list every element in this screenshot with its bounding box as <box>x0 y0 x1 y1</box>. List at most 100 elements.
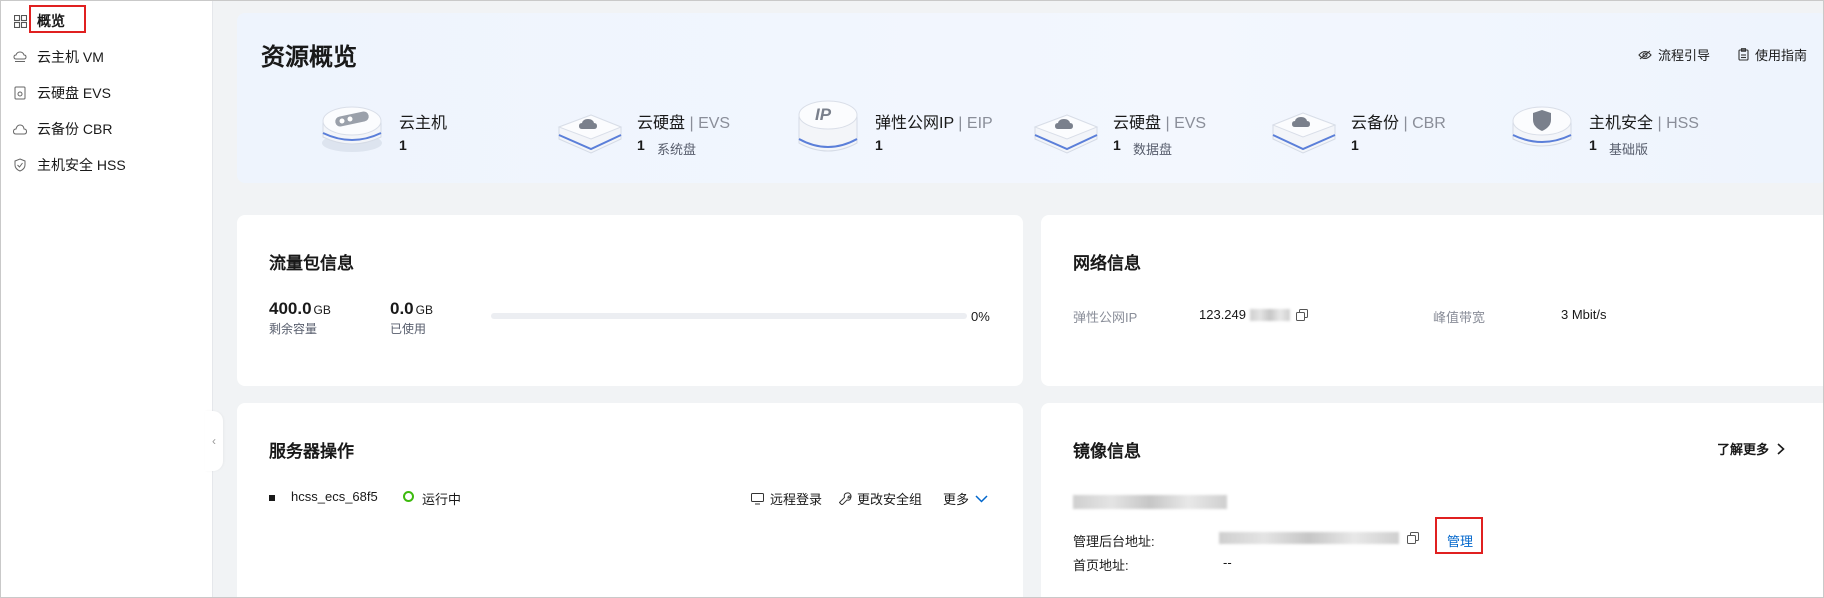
learn-more-link[interactable]: 了解更多 <box>1717 439 1785 458</box>
copy-icon[interactable] <box>1407 532 1419 544</box>
console-window: 概览 云主机 VM 云硬盘 EVS 云备份 CBR 主机安全 HSS ‹ 资源概… <box>0 0 1824 598</box>
traffic-card: 流量包信息 400.0 GB 剩余容量 0.0 GB 已使用 0% <box>237 215 1023 386</box>
server-ops-card: 服务器操作 hcss_ecs_68f5 运行中 远程登录 更改安全组 更多 <box>237 403 1023 597</box>
resource-count: 1 <box>1113 137 1121 153</box>
remaining-label: 剩余容量 <box>269 322 318 336</box>
resource-count: 1 <box>875 137 883 153</box>
highlight-box <box>1435 517 1483 554</box>
admin-address-redacted <box>1219 532 1399 544</box>
ip-device-icon: IP <box>798 100 858 152</box>
highlight-box <box>29 5 86 33</box>
page-title: 资源概览 <box>261 44 357 71</box>
cloud-icon <box>13 122 27 136</box>
remote-login-button[interactable]: 远程登录 <box>751 489 822 508</box>
sidebar-item-label: 云硬盘 EVS <box>37 85 111 101</box>
server-device-icon <box>322 106 382 152</box>
image-info-card: 镜像信息 了解更多 管理后台地址: 管理 首页地址: -- <box>1041 403 1823 597</box>
used-label: 已使用 <box>390 322 427 336</box>
network-card: 网络信息 弹性公网IP 123.249 峰值带宽 3 Mbit/s <box>1041 215 1823 386</box>
server-name[interactable]: hcss_ecs_68f5 <box>291 489 378 504</box>
resource-name: 云主机 <box>399 115 448 132</box>
grid-icon <box>13 14 27 28</box>
chevron-right-icon <box>1777 442 1785 455</box>
resource-name: 弹性公网IP | EIP <box>875 115 993 132</box>
admin-address-label: 管理后台地址: <box>1073 534 1155 549</box>
user-guide-link[interactable]: 使用指南 <box>1738 45 1807 64</box>
chevron-down-icon <box>975 494 988 503</box>
remote-login-label: 远程登录 <box>770 492 823 507</box>
network-title: 网络信息 <box>1073 254 1141 273</box>
home-address-value: -- <box>1223 555 1232 570</box>
server-ops-title: 服务器操作 <box>269 442 354 461</box>
sidebar-item-label: 云备份 CBR <box>37 121 113 137</box>
eip-value: 123.249 <box>1199 307 1246 322</box>
sidebar-item-label: 云主机 VM <box>37 49 104 65</box>
resource-count: 1 <box>1589 137 1597 153</box>
used-value: 0.0 <box>390 299 414 318</box>
monitor-icon <box>751 492 764 504</box>
disk-device-icon <box>1033 114 1099 154</box>
resource-evs-system[interactable]: 云硬盘 | EVS 1 系统盘 <box>555 93 775 173</box>
eip-value-row: 123.249 <box>1199 307 1308 322</box>
running-status-icon <box>403 491 414 502</box>
image-info-title: 镜像信息 <box>1073 442 1141 461</box>
chevron-left-icon: ‹ <box>212 434 216 448</box>
resource-evs-data[interactable]: 云硬盘 | EVS 1 数据盘 <box>1031 93 1251 173</box>
traffic-title: 流量包信息 <box>269 254 354 273</box>
resource-name: 云硬盘 | EVS <box>1113 115 1207 132</box>
eye-icon <box>1638 50 1652 59</box>
wrench-icon <box>839 492 852 505</box>
security-device-icon <box>1512 106 1572 147</box>
remaining-unit: GB <box>313 303 331 317</box>
process-guide-label: 流程引导 <box>1657 48 1710 63</box>
copy-icon[interactable] <box>1296 308 1308 321</box>
resource-cbr[interactable]: 云备份 | CBR 1 <box>1269 93 1489 173</box>
resource-overview-panel: 资源概览 流程引导 使用指南 云主机 1 云硬盘 | EVS 1 系统盘 IP … <box>237 13 1823 183</box>
used-unit: GB <box>415 303 433 317</box>
sidebar-item-label: 主机安全 HSS <box>37 157 126 173</box>
clipboard-icon <box>1738 48 1749 61</box>
change-security-group-label: 更改安全组 <box>857 492 923 507</box>
home-address-label: 首页地址: <box>1073 558 1129 573</box>
sidebar-item-evs[interactable]: 云硬盘 EVS <box>13 80 111 106</box>
resource-hss[interactable]: 主机安全 | HSS 1 基础版 <box>1507 93 1727 173</box>
change-security-group-button[interactable]: 更改安全组 <box>839 489 922 508</box>
backup-device-icon <box>1271 112 1337 154</box>
resource-sub: 基础版 <box>1609 142 1649 157</box>
remaining-capacity: 400.0 GB 剩余容量 <box>269 299 331 337</box>
resource-count: 1 <box>1351 137 1359 153</box>
resource-vm[interactable]: 云主机 1 <box>317 93 537 173</box>
sidebar-item-cbr[interactable]: 云备份 CBR <box>13 116 112 142</box>
usage-percent: 0% <box>971 309 990 324</box>
resource-name: 云备份 | CBR <box>1351 115 1446 132</box>
sidebar: 概览 云主机 VM 云硬盘 EVS 云备份 CBR 主机安全 HSS <box>1 1 213 597</box>
process-guide-link[interactable]: 流程引导 <box>1638 45 1710 64</box>
resource-count: 1 <box>637 137 645 153</box>
disk-icon <box>13 86 27 100</box>
sidebar-item-hss[interactable]: 主机安全 HSS <box>13 152 126 178</box>
shield-icon <box>13 158 27 172</box>
resource-count: 1 <box>399 137 407 153</box>
sidebar-item-vm[interactable]: 云主机 VM <box>13 44 104 70</box>
eip-label: 弹性公网IP <box>1073 310 1138 325</box>
remaining-value: 400.0 <box>269 299 312 318</box>
list-bullet <box>269 495 275 501</box>
resource-sub: 系统盘 <box>657 142 697 157</box>
more-dropdown[interactable]: 更多 <box>943 489 988 508</box>
sidebar-collapse-button[interactable]: ‹ <box>205 411 223 471</box>
svg-text:IP: IP <box>815 105 832 124</box>
image-name-redacted <box>1073 495 1227 509</box>
cloud-server-icon <box>13 50 27 64</box>
resource-name: 云硬盘 | EVS <box>637 115 731 132</box>
bandwidth-label: 峰值带宽 <box>1433 310 1486 325</box>
overview-links: 流程引导 使用指南 <box>1638 45 1807 64</box>
used-capacity: 0.0 GB 已使用 <box>390 299 433 337</box>
server-status: 运行中 <box>422 492 462 507</box>
resource-eip[interactable]: IP 弹性公网IP | EIP 1 <box>793 93 1013 173</box>
more-label: 更多 <box>943 492 970 507</box>
usage-progress-bar <box>491 313 967 319</box>
eip-redacted <box>1250 308 1290 321</box>
resource-name: 主机安全 | HSS <box>1589 115 1699 132</box>
learn-more-label: 了解更多 <box>1717 442 1770 457</box>
bandwidth-value: 3 Mbit/s <box>1561 307 1607 322</box>
